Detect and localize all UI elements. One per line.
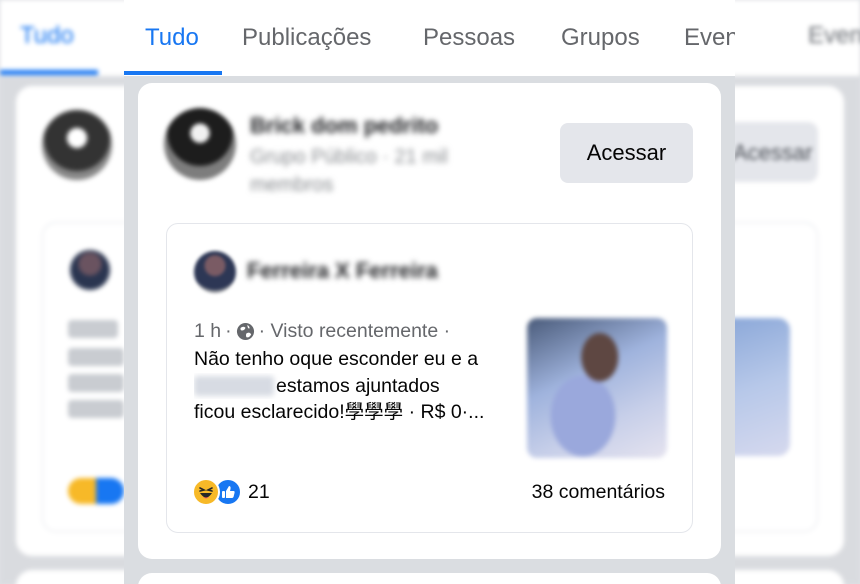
post-text-fragment: estamos ajuntados xyxy=(276,374,440,397)
search-tabbar: Tudo Publicações Pessoas Grupos Eventos xyxy=(124,0,735,76)
background-post-avatar xyxy=(70,250,110,290)
blurred-name xyxy=(194,376,274,397)
tab-posts[interactable]: Publicações xyxy=(242,24,371,52)
post-text[interactable]: Não tenho oque esconder eu e a estamos a… xyxy=(194,346,524,426)
next-result-card[interactable] xyxy=(138,573,721,584)
background-tab-all: Tudo xyxy=(20,22,74,49)
search-results-panel: Tudo Publicações Pessoas Grupos Eventos … xyxy=(124,0,735,584)
post-thumbnail-image[interactable] xyxy=(527,318,667,458)
meta-separator: · xyxy=(225,320,232,342)
active-tab-underline xyxy=(124,71,222,75)
group-result-card[interactable]: Brick dom pedrito Grupo Público · 21 mil… xyxy=(138,83,721,559)
post-visibility-note: · Visto recentemente · xyxy=(258,320,451,342)
group-avatar[interactable] xyxy=(164,108,236,180)
background-join-label: Acessar xyxy=(733,140,813,165)
post-meta: 1 h · · Visto recentemente · xyxy=(194,320,450,343)
post-text-line: Não tenho oque esconder eu e a xyxy=(194,348,479,370)
group-meta: Grupo Público · 21 mil membros xyxy=(250,146,448,196)
background-text-line xyxy=(68,400,124,418)
background-tab-events: Eventos xyxy=(808,22,860,49)
post-author-avatar[interactable] xyxy=(194,251,236,293)
background-tab-underline xyxy=(0,70,98,75)
post-text-line: estamos ajuntados xyxy=(194,373,524,400)
join-group-button[interactable]: Acessar xyxy=(560,123,693,183)
background-reactions xyxy=(68,478,124,504)
background-text-line xyxy=(68,374,124,392)
tab-all[interactable]: Tudo xyxy=(145,24,199,52)
background-text-line xyxy=(68,348,124,366)
post-text-line: ficou esclarecido!學學學 · R$ 0·... xyxy=(194,401,485,423)
group-name[interactable]: Brick dom pedrito xyxy=(250,113,438,139)
post-preview-card[interactable]: Ferreira X Ferreira 1 h · · Visto recent… xyxy=(166,223,693,533)
tab-groups[interactable]: Grupos xyxy=(561,24,640,52)
reactions-summary[interactable]: 21 xyxy=(192,478,270,506)
background-text-line xyxy=(68,320,118,338)
tab-events[interactable]: Eventos xyxy=(684,24,735,52)
haha-reaction-icon xyxy=(192,478,220,506)
globe-icon xyxy=(236,322,254,341)
tab-people[interactable]: Pessoas xyxy=(423,24,515,52)
comments-count-link[interactable]: 38 comentários xyxy=(532,481,665,504)
post-time[interactable]: 1 h xyxy=(194,320,221,343)
background-group-avatar xyxy=(42,110,112,180)
post-author-name[interactable]: Ferreira X Ferreira xyxy=(247,258,438,284)
reaction-count: 21 xyxy=(248,480,270,503)
